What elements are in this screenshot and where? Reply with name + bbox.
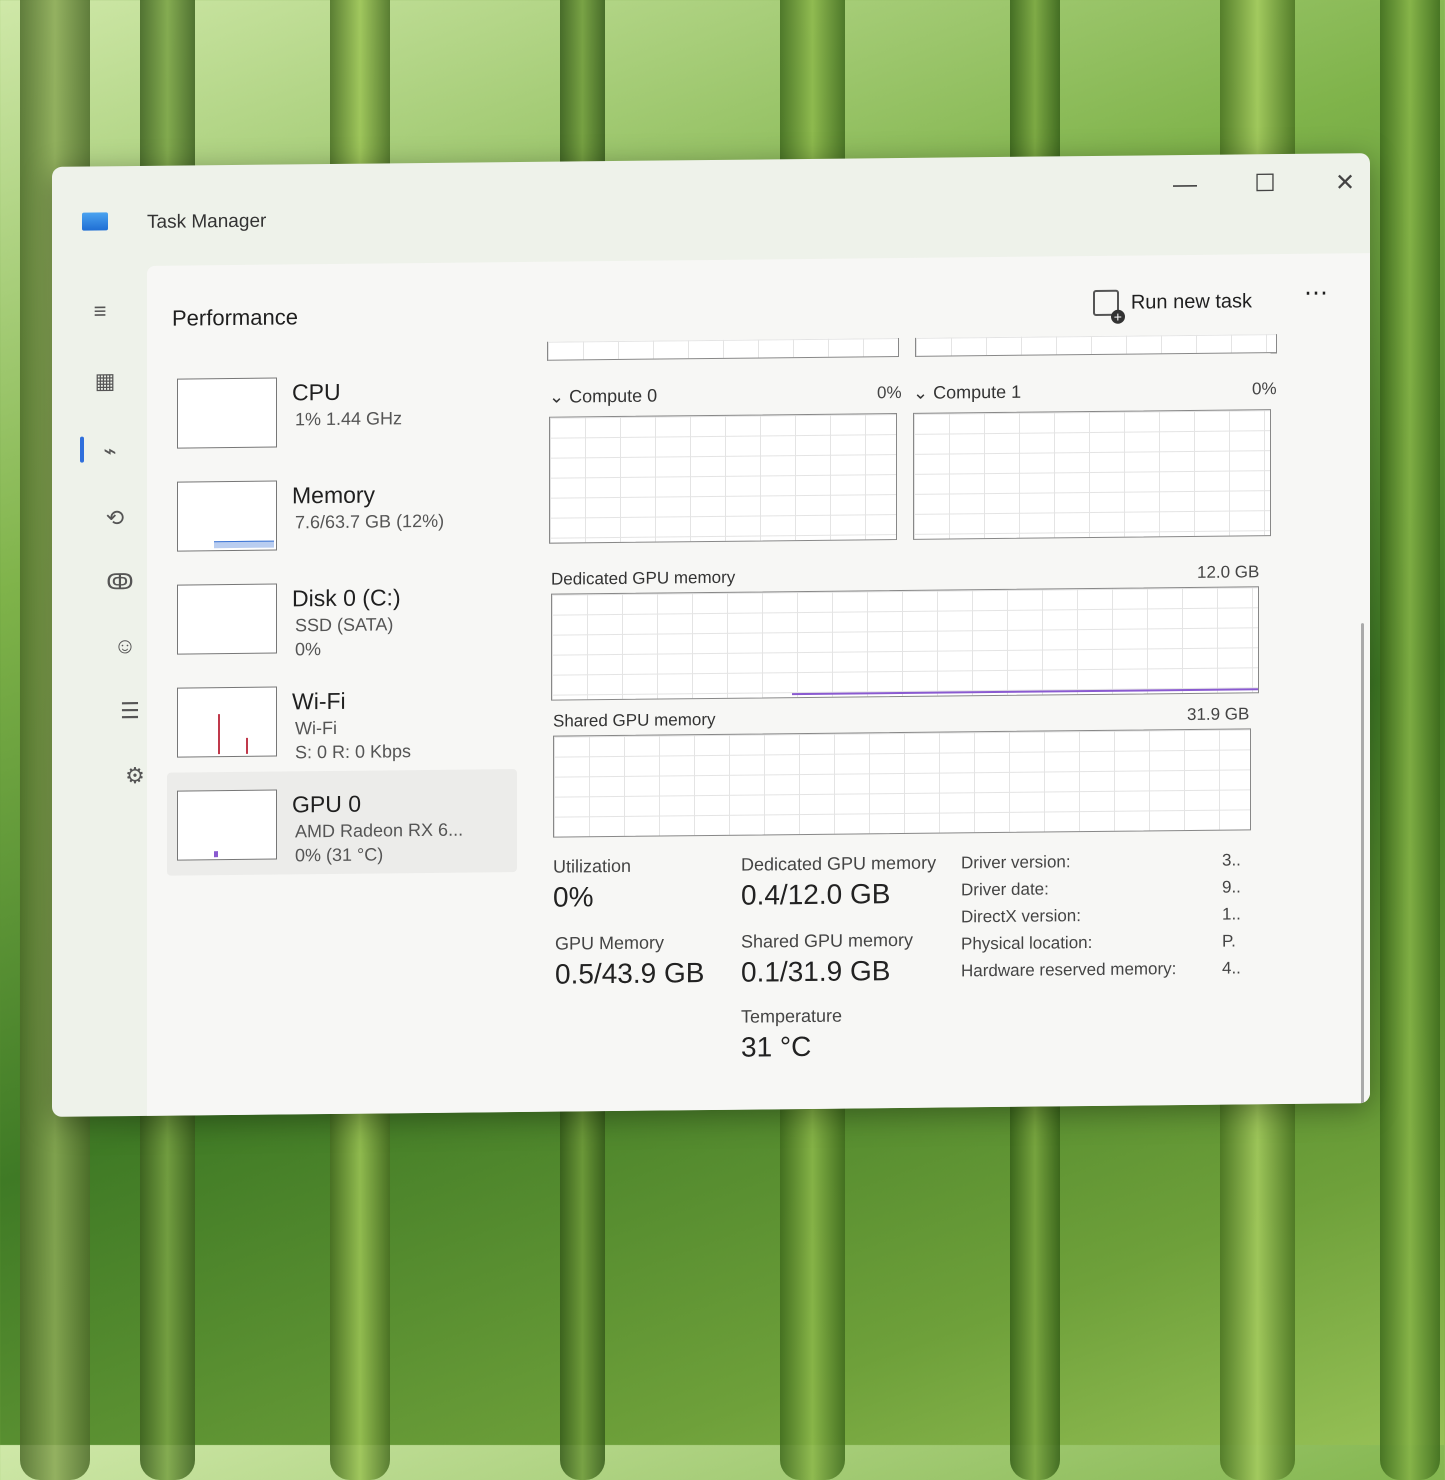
details-icon[interactable]: ☰ [110,691,150,731]
device-gpu[interactable]: GPU 0 AMD Radeon RX 6... 0% (31 °C) [167,769,517,876]
memory-thumbnail [177,480,277,552]
device-detail: 7.6/63.7 GB (12%) [295,510,445,533]
minimize-button[interactable]: — [1160,165,1210,206]
dedicated-graph-max: 12.0 GB [1197,562,1260,582]
memory-usage-fill [214,540,274,549]
physical-location-key: Physical location: [961,933,1093,954]
gpu-thumbnail [177,789,277,861]
temperature-label: Temperature [741,1005,843,1027]
device-detail: SSD (SATA) [295,614,394,636]
cpu-thumbnail [177,377,277,449]
dedicated-graph-label: Dedicated GPU memory [551,567,736,589]
device-name: Memory [292,481,376,509]
nav-rail: ≡ ▦ ⌁ ⟲ ↂ ☺ ☰ ⚙ ⚙ [52,266,168,1117]
device-detail: Wi-Fi [295,717,337,739]
dedicated-usage-line [792,688,1258,696]
compute1-label[interactable]: ⌄ Compute 1 [913,382,1021,404]
shared-stat-label: Shared GPU memory [741,929,914,952]
device-detail: AMD Radeon RX 6... [295,819,464,842]
utilization-label: Utilization [553,855,632,877]
bamboo-stalk [1380,0,1440,1480]
scrollbar[interactable] [1361,623,1364,1117]
gpu-spike [214,851,218,858]
shared-graph-max: 31.9 GB [1187,704,1250,725]
device-name: Disk 0 (C:) [292,584,401,612]
utilization-value: 0% [553,881,594,913]
driver-date-key: Driver date: [961,879,1049,900]
device-name: GPU 0 [292,790,362,818]
run-new-task-label: Run new task [1130,289,1252,314]
run-task-icon [1092,289,1119,317]
gpu-memory-label: GPU Memory [555,932,665,954]
selected-indicator [80,436,84,463]
physical-location-value: P. [1222,931,1236,951]
processes-icon[interactable]: ▦ [85,361,125,401]
hardware-reserved-key: Hardware reserved memory: [961,959,1177,981]
device-detail-2: 0% (31 °C) [295,844,384,866]
dedicated-stat-label: Dedicated GPU memory [741,852,937,875]
compute0-label[interactable]: ⌄ Compute 0 [549,386,657,408]
device-detail-2: 0% [295,639,322,660]
dedicated-memory-graph [551,586,1259,701]
device-cpu[interactable]: CPU 1% 1.44 GHz [167,357,517,464]
page-title: Performance [172,304,298,331]
task-manager-icon [82,212,108,231]
device-name: Wi-Fi [292,687,346,715]
driver-version-key: Driver version: [961,852,1071,873]
dedicated-stat-value: 0.4/12.0 GB [741,878,891,911]
window-title: Task Manager [147,210,267,233]
hardware-reserved-value: 4.. [1222,958,1241,978]
content-pane: Performance Run new task ⋯ CPU 1% 1.44 G… [147,253,1370,1117]
users-icon[interactable]: ☺ [105,626,145,666]
compute1-value: 0% [1252,379,1277,399]
directx-version-key: DirectX version: [961,906,1081,927]
temperature-value: 31 °C [741,1030,812,1063]
startup-apps-icon[interactable]: ↂ [100,562,140,602]
engine-graph-partial [547,338,899,361]
close-button[interactable]: ✕ [1320,163,1370,204]
driver-date-value: 9.. [1222,877,1241,897]
device-wifi[interactable]: Wi-Fi Wi-Fi S: 0 R: 0 Kbps [167,666,517,773]
hamburger-menu-icon[interactable]: ≡ [80,291,120,331]
device-name: CPU [292,378,341,406]
gpu-detail-panel: ⌄ Compute 0 0% ⌄ Compute 1 0% Dedicated … [547,333,1340,1111]
shared-graph-label: Shared GPU memory [553,709,716,731]
engine-graph-partial [915,334,1277,357]
directx-version-value: 1.. [1222,904,1241,924]
device-list: CPU 1% 1.44 GHz Memory 7.6/63.7 GB (12%)… [167,357,517,876]
compute1-graph [913,409,1271,540]
driver-version-value: 3.. [1222,850,1241,870]
device-detail: 1% 1.44 GHz [295,408,403,430]
run-new-task-button[interactable]: Run new task [1085,279,1260,325]
device-memory[interactable]: Memory 7.6/63.7 GB (12%) [167,460,517,567]
gpu-memory-value: 0.5/43.9 GB [555,957,705,990]
shared-memory-graph [553,728,1251,838]
app-history-icon[interactable]: ⟲ [95,498,135,538]
wifi-spike [246,737,248,754]
wifi-spike [218,714,220,755]
compute0-graph [549,413,897,544]
device-disk[interactable]: Disk 0 (C:) SSD (SATA) 0% [167,563,517,670]
more-options-button[interactable]: ⋯ [1304,279,1330,308]
compute0-value: 0% [877,383,902,403]
device-detail-2: S: 0 R: 0 Kbps [295,741,412,763]
title-bar[interactable]: Task Manager — ☐ ✕ [52,153,1370,257]
task-manager-window: Task Manager — ☐ ✕ ≡ ▦ ⌁ ⟲ ↂ ☺ ☰ ⚙ ⚙ Per… [52,153,1370,1117]
performance-icon[interactable]: ⌁ [90,431,130,471]
wifi-thumbnail [177,686,277,758]
shared-stat-value: 0.1/31.9 GB [741,955,891,988]
disk-thumbnail [177,583,277,655]
maximize-button[interactable]: ☐ [1240,164,1290,205]
